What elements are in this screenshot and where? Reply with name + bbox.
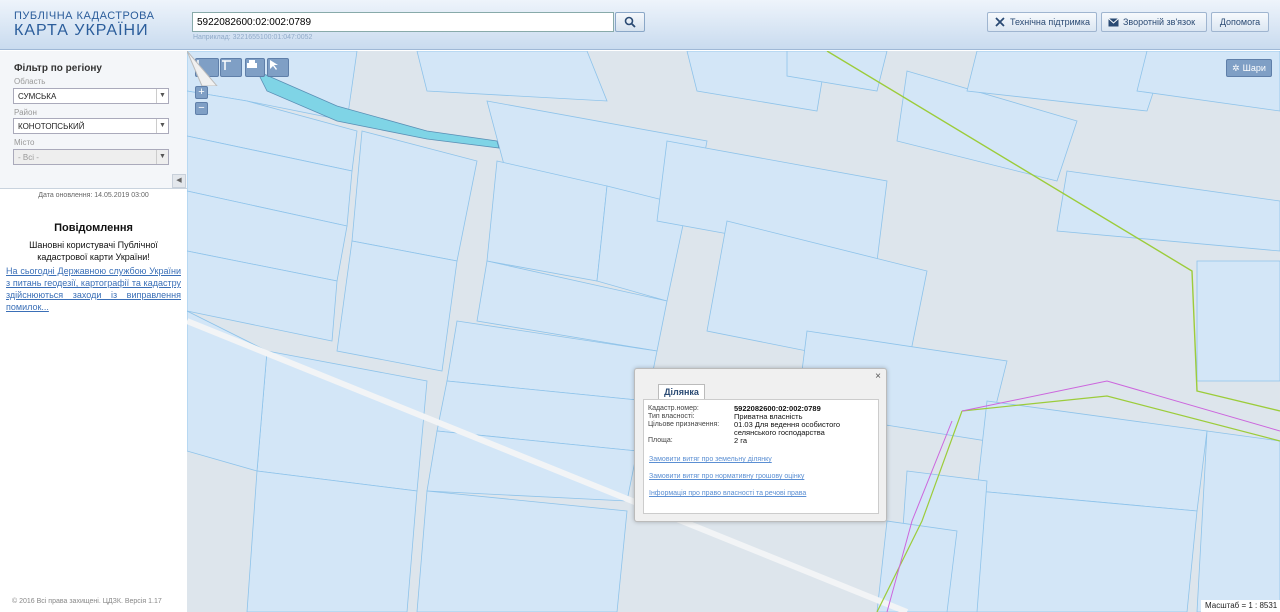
cursor-icon — [270, 60, 278, 70]
feedback-button[interactable]: Зворотній зв'язок — [1101, 12, 1207, 32]
search-icon — [624, 16, 636, 28]
envelope-icon — [1108, 17, 1119, 26]
row-label-area: Площа: — [648, 437, 673, 444]
map-layer — [187, 51, 1280, 612]
misto-label: Місто — [14, 138, 35, 147]
search-hint: Наприклад: 3221655100:01:047:0052 — [193, 34, 313, 41]
scale-indicator: Масштаб = 1 : 8531 — [1201, 600, 1280, 612]
chevron-down-icon: ▼ — [156, 89, 168, 103]
parcel-popup: × Ділянка Кадастр.номер: 5922082600:02:0… — [634, 368, 887, 522]
help-label: Допомога — [1219, 17, 1261, 27]
rayon-label: Район — [14, 108, 37, 117]
zoom-in-button[interactable]: + — [195, 86, 208, 99]
messages-title: Повідомлення — [54, 222, 133, 234]
rayon-value: КОНОТОПСЬКИЙ — [18, 122, 85, 131]
popup-pointer — [187, 51, 218, 86]
sidebar: Фільтр по регіону Область СУМСЬКА ▼ Райо… — [0, 51, 187, 612]
chevron-down-icon: ▼ — [156, 119, 168, 133]
row-label-purpose: Цільове призначення: — [648, 421, 720, 428]
map-canvas[interactable]: + − ✲ Шари × Ділянка Кадастр.номер: 5922… — [187, 51, 1280, 612]
gear-icon: ✲ — [1232, 62, 1240, 73]
zoom-out-button[interactable]: − — [195, 102, 208, 115]
row-value-area: 2 га — [734, 436, 747, 445]
messages-text: Шановні користувачі Публічної кадастрово… — [29, 240, 158, 262]
layers-button[interactable]: ✲ Шари — [1226, 59, 1272, 77]
row-label-cadastral: Кадастр.номер: — [648, 405, 699, 412]
messages-link[interactable]: На сьогодні Державною службою України з … — [6, 265, 181, 313]
close-icon[interactable]: × — [875, 371, 881, 382]
help-button[interactable]: Допомога — [1211, 12, 1269, 32]
oblast-value: СУМСЬКА — [18, 92, 57, 101]
copyright: © 2016 Всі права захищені. ЦДЗК. Версія … — [12, 598, 162, 605]
oblast-label: Область — [14, 77, 46, 86]
parcel-tab[interactable]: Ділянка — [658, 384, 705, 400]
chevron-down-icon: ▼ — [156, 150, 168, 164]
feedback-label: Зворотній зв'язок — [1123, 17, 1196, 27]
row-label-ownership: Тип власності: — [648, 413, 695, 420]
region-filter: Фільтр по регіону Область СУМСЬКА ▼ Райо… — [0, 51, 187, 189]
header: ПУБЛІЧНА КАДАСТРОВА КАРТА УКРАЇНИ Наприк… — [0, 0, 1280, 50]
support-label: Технічна підтримка — [1009, 17, 1090, 27]
parcel-info: Кадастр.номер: 5922082600:02:002:0789 Ти… — [643, 399, 879, 514]
rayon-select[interactable]: КОНОТОПСЬКИЙ ▼ — [13, 118, 169, 134]
print-button[interactable] — [245, 58, 265, 77]
filter-title: Фільтр по регіону — [14, 63, 102, 74]
order-valuation-link[interactable]: Замовити витяг про нормативну грошову оц… — [649, 473, 804, 480]
row-value-purpose: 01.03 Для ведення особистого селянського… — [734, 420, 841, 437]
misto-select[interactable]: - Всі - ▼ — [13, 149, 169, 165]
update-date: Дата оновлення: 14.05.2019 03:00 — [38, 192, 149, 199]
ownership-info-link[interactable]: Інформація про право власності та речові… — [649, 490, 806, 497]
collapse-sidebar-button[interactable]: ◀ — [172, 174, 186, 188]
info-pointer-button[interactable] — [267, 58, 289, 77]
logo-line1: ПУБЛІЧНА КАДАСТРОВА — [14, 10, 155, 22]
printer-icon — [247, 60, 257, 68]
tools-icon — [995, 17, 1005, 27]
logo[interactable]: ПУБЛІЧНА КАДАСТРОВА КАРТА УКРАЇНИ — [14, 10, 154, 40]
search-button[interactable] — [615, 12, 645, 32]
oblast-select[interactable]: СУМСЬКА ▼ — [13, 88, 169, 104]
misto-value: - Всі - — [18, 153, 39, 162]
logo-line2: КАРТА УКРАЇНИ — [14, 22, 149, 39]
order-extract-link[interactable]: Замовити витяг про земельну ділянку — [649, 456, 772, 463]
search-input[interactable] — [192, 12, 614, 32]
layers-label: Шари — [1242, 63, 1266, 73]
support-button[interactable]: Технічна підтримка — [987, 12, 1097, 32]
